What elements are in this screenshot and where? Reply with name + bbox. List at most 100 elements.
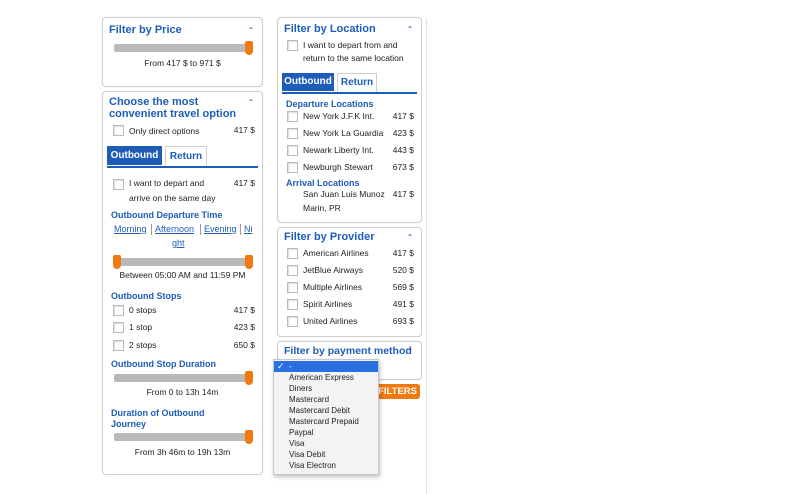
provider-0-checkbox[interactable] bbox=[287, 248, 298, 259]
departure-time-title: Outbound Departure Time bbox=[111, 210, 223, 220]
direct-options-checkbox[interactable] bbox=[113, 125, 124, 136]
checkmark-icon: ✓ bbox=[277, 361, 285, 371]
departure-locations-title: Departure Locations bbox=[286, 99, 374, 109]
journey-duration-text: From 3h 46m to 19h 13m bbox=[134, 447, 231, 457]
same-location-label-line2: return to the same location bbox=[303, 53, 404, 63]
payment-option[interactable]: Mastercard Debit bbox=[274, 405, 378, 416]
provider-0-price: 417 $ bbox=[392, 248, 414, 258]
provider-1-label: JetBlue Airways bbox=[303, 265, 363, 275]
link-separator bbox=[240, 224, 241, 235]
provider-filter-title: Filter by Provider bbox=[284, 231, 375, 243]
stops-2-label: 2 stops bbox=[129, 340, 157, 350]
tab-return[interactable]: Return bbox=[165, 146, 207, 166]
departure-time-min-handle[interactable] bbox=[113, 255, 121, 269]
payment-option[interactable]: Mastercard Prepaid bbox=[274, 416, 378, 427]
departure-1-checkbox[interactable] bbox=[287, 128, 298, 139]
journey-duration-slider-track[interactable] bbox=[114, 433, 253, 441]
provider-1-price: 520 $ bbox=[392, 265, 414, 275]
stops-0-checkbox[interactable] bbox=[113, 305, 124, 316]
price-slider-track[interactable] bbox=[114, 44, 253, 52]
departure-time-max-handle[interactable] bbox=[245, 255, 253, 269]
travel-tabs: Outbound Return bbox=[107, 146, 258, 168]
provider-3-label: Spirit Airlines bbox=[303, 299, 353, 309]
tab-outbound[interactable]: Outbound bbox=[107, 146, 162, 165]
column-divider bbox=[426, 18, 427, 494]
departure-3-label: Newburgh Stewart bbox=[303, 162, 373, 172]
provider-4-price: 693 $ bbox=[392, 316, 414, 326]
payment-option-selected[interactable]: ✓ - bbox=[274, 361, 378, 372]
journey-duration-title-line2: Journey bbox=[111, 419, 147, 429]
stop-duration-title: Outbound Stop Duration bbox=[111, 359, 216, 369]
provider-4-label: United Airlines bbox=[303, 316, 358, 326]
same-day-checkbox[interactable] bbox=[113, 179, 124, 190]
provider-4-checkbox[interactable] bbox=[287, 316, 298, 327]
direct-options-price: 417 $ bbox=[233, 125, 255, 135]
stops-1-checkbox[interactable] bbox=[113, 322, 124, 333]
collapse-icon[interactable]: ⌃ bbox=[406, 26, 414, 34]
arrival-location-line1: San Juan Luis Munoz bbox=[303, 189, 385, 199]
stops-title: Outbound Stops bbox=[111, 291, 182, 301]
payment-filter-title: Filter by payment method bbox=[284, 345, 412, 357]
collapse-icon[interactable]: ⌃ bbox=[247, 27, 255, 35]
collapse-icon[interactable]: ⌃ bbox=[406, 348, 414, 356]
collapse-icon[interactable]: ⌃ bbox=[406, 234, 414, 242]
departure-3-price: 673 $ bbox=[392, 162, 414, 172]
time-link-afternoon[interactable]: Afternoon bbox=[155, 224, 194, 234]
payment-option[interactable]: Diners bbox=[274, 383, 378, 394]
journey-duration-max-handle[interactable] bbox=[245, 430, 253, 444]
payment-method-dropdown[interactable]: ✓ - American Express Diners Mastercard M… bbox=[273, 359, 379, 475]
payment-option[interactable]: Visa bbox=[274, 438, 378, 449]
stop-duration-max-handle[interactable] bbox=[245, 371, 253, 385]
location-filter-title: Filter by Location bbox=[284, 23, 376, 35]
stops-2-price: 650 $ bbox=[233, 340, 255, 350]
payment-option[interactable]: Paypal bbox=[274, 427, 378, 438]
journey-duration-title-line1: Duration of Outbound bbox=[111, 408, 205, 418]
stop-duration-slider-track[interactable] bbox=[114, 374, 253, 382]
price-filter-panel: Filter by Price ⌃ From 417 $ to 971 $ bbox=[102, 17, 263, 87]
same-day-label-line1: I want to depart and bbox=[129, 178, 205, 188]
price-range-text: From 417 $ to 971 $ bbox=[144, 58, 221, 68]
direct-options-label: Only direct options bbox=[129, 126, 200, 136]
departure-2-label: Newark Liberty Int. bbox=[303, 145, 374, 155]
same-day-label-line2: arrive on the same day bbox=[129, 193, 216, 203]
same-day-price: 417 $ bbox=[233, 178, 255, 188]
provider-3-checkbox[interactable] bbox=[287, 299, 298, 310]
same-location-checkbox[interactable] bbox=[287, 40, 298, 51]
time-link-evening[interactable]: Evening bbox=[204, 224, 237, 234]
departure-0-price: 417 $ bbox=[392, 111, 414, 121]
departure-2-checkbox[interactable] bbox=[287, 145, 298, 156]
departure-0-checkbox[interactable] bbox=[287, 111, 298, 122]
stops-0-label: 0 stops bbox=[129, 305, 157, 315]
departure-3-checkbox[interactable] bbox=[287, 162, 298, 173]
tab-return[interactable]: Return bbox=[337, 73, 377, 92]
link-separator bbox=[151, 224, 152, 235]
arrival-locations-title: Arrival Locations bbox=[286, 178, 360, 188]
price-filter-title: Filter by Price bbox=[109, 24, 182, 36]
travel-option-panel: Choose the most convenient travel option… bbox=[102, 91, 263, 475]
time-link-night-wrap[interactable]: ght bbox=[172, 238, 185, 248]
arrival-location-line2: Marin, PR bbox=[303, 203, 341, 213]
payment-option[interactable]: Visa Debit bbox=[274, 449, 378, 460]
tab-outbound[interactable]: Outbound bbox=[282, 73, 334, 91]
provider-1-checkbox[interactable] bbox=[287, 265, 298, 276]
departure-range-text: Between 05:00 AM and 11:59 PM bbox=[119, 270, 246, 280]
travel-option-title-line2: convenient travel option bbox=[109, 108, 237, 120]
stops-1-label: 1 stop bbox=[129, 322, 153, 332]
price-slider-max-handle[interactable] bbox=[245, 41, 253, 55]
collapse-icon[interactable]: ⌃ bbox=[247, 99, 255, 107]
location-filter-panel: Filter by Location ⌃ I want to depart fr… bbox=[277, 17, 422, 223]
stops-2-checkbox[interactable] bbox=[113, 340, 124, 351]
payment-option[interactable]: Mastercard bbox=[274, 394, 378, 405]
departure-1-price: 423 $ bbox=[392, 128, 414, 138]
departure-2-price: 443 $ bbox=[392, 145, 414, 155]
provider-2-checkbox[interactable] bbox=[287, 282, 298, 293]
payment-option[interactable]: Visa Electron bbox=[274, 460, 378, 471]
provider-0-label: American Airlines bbox=[303, 248, 369, 258]
arrival-location-price: 417 $ bbox=[392, 189, 414, 199]
stops-0-price: 417 $ bbox=[233, 305, 255, 315]
location-tabs: Outbound Return bbox=[282, 73, 417, 94]
departure-time-slider-track[interactable] bbox=[114, 258, 253, 266]
payment-option[interactable]: American Express bbox=[274, 372, 378, 383]
time-link-morning[interactable]: Morning bbox=[114, 224, 147, 234]
time-link-night[interactable]: Ni bbox=[244, 224, 253, 234]
